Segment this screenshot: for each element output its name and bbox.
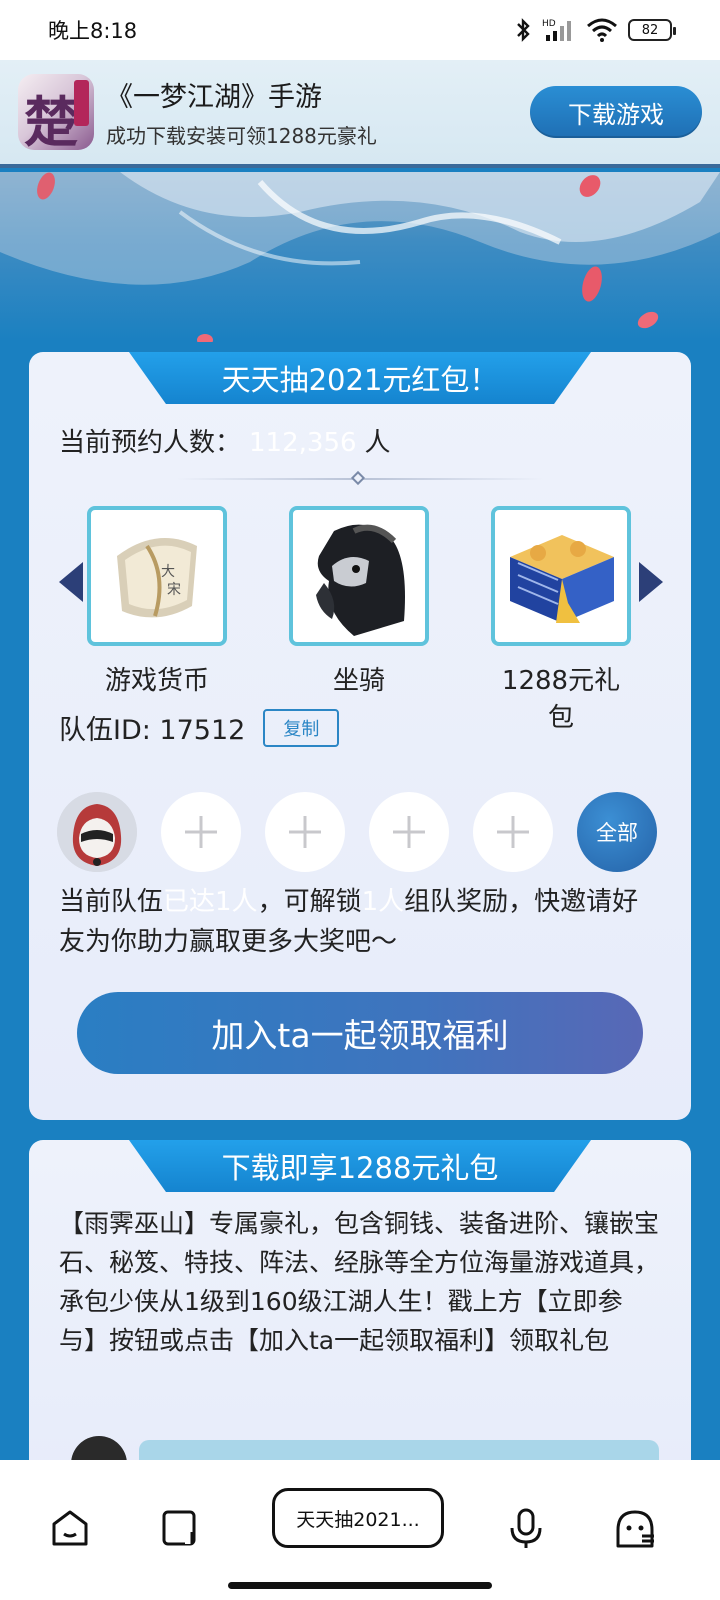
team-id: 队伍ID: 17512 <box>59 715 246 746</box>
svg-text:宋: 宋 <box>167 582 181 598</box>
banner-title: 《一梦江湖》手游 <box>106 82 322 113</box>
app-download-banner[interactable]: 楚 《一梦江湖》手游 成功下载安装可领1288元豪礼 下载游戏 <box>0 60 720 168</box>
reserve-label: 当前预约人数： <box>59 428 242 458</box>
lottery-card: 天天抽2021元红包！ 当前预约人数： 112,356 人 大 宋 游戏货币 坐… <box>29 352 691 1120</box>
add-member-button[interactable] <box>473 792 553 872</box>
view-all-button[interactable]: 全部 <box>577 792 657 872</box>
prize-label: 坐骑 <box>332 666 385 696</box>
join-team-button[interactable]: 加入ta一起领取福利 <box>77 992 643 1074</box>
gift-card: 下载即享1288元礼包 【雨霁巫山】专属豪礼，包含铜钱、装备进阶、镶嵌宝石、秘笈… <box>29 1140 691 1500</box>
plus-icon <box>289 816 321 848</box>
reserve-count-row: 当前预约人数： 112,356 人 <box>59 422 391 459</box>
hero-art <box>0 172 720 342</box>
copy-button[interactable]: 复制 <box>263 708 340 747</box>
plus-icon <box>497 816 529 848</box>
prize-item[interactable]: 坐骑 <box>289 506 429 697</box>
divider-ornament <box>350 470 366 486</box>
signal-icon: HD <box>542 19 571 41</box>
status-icons: HD 82 <box>514 17 676 43</box>
download-game-button[interactable]: 下载游戏 <box>530 86 702 138</box>
team-desc-text: ，可解锁 <box>257 887 362 917</box>
prize-image <box>491 506 631 646</box>
next-prize-arrow-icon[interactable] <box>639 562 663 602</box>
prize-label: 游戏货币 <box>104 666 209 696</box>
team-description: 当前队伍已达1人，可解锁1人组队奖励，快邀请好友为你助力赢取更多大奖吧～ <box>59 882 659 962</box>
battery-level: 82 <box>641 22 659 38</box>
wifi-icon <box>587 18 617 42</box>
hero-illustration <box>0 172 720 342</box>
plus-icon <box>393 816 425 848</box>
tabs-icon[interactable] <box>160 1508 200 1548</box>
status-time: 晚上8:18 <box>48 19 138 43</box>
home-icon[interactable] <box>50 1508 90 1548</box>
gift-description: 【雨霁巫山】专属豪礼，包含铜钱、装备进阶、镶嵌宝石、秘笈、特技、阵法、经脉等全方… <box>59 1209 660 1355</box>
banner-subtitle: 成功下载安装可领1288元豪礼 <box>106 124 377 148</box>
horse-mount-icon <box>316 524 405 636</box>
lottery-card-title: 天天抽2021元红包！ <box>129 352 591 404</box>
add-member-button[interactable] <box>369 792 449 872</box>
team-desc-unlock: 1人 <box>361 887 405 917</box>
gift-box-icon <box>510 535 614 623</box>
gift-card-title: 下载即享1288元礼包 <box>129 1140 591 1192</box>
plus-icon <box>185 816 217 848</box>
bluetooth-icon <box>517 18 530 42</box>
prize-item[interactable]: 1288元礼包 <box>491 506 631 734</box>
assistant-icon[interactable] <box>614 1508 656 1550</box>
prize-label: 1288元礼包 <box>501 666 621 733</box>
svg-text:HD: HD <box>542 19 556 29</box>
app-logo: 楚 <box>18 74 94 150</box>
reserve-count: 112,356 <box>249 428 357 458</box>
status-bar: 晚上8:18 HD 82 <box>0 0 720 60</box>
team-members: 全部 <box>57 792 657 872</box>
prize-image <box>289 506 429 646</box>
current-tab-button[interactable]: 天天抽2021... <box>272 1488 444 1548</box>
banner-text: 《一梦江湖》手游 成功下载安装可领1288元豪礼 <box>106 75 530 149</box>
team-id-row: 队伍ID: 17512 复制 <box>59 708 340 747</box>
prev-prize-arrow-icon[interactable] <box>59 562 83 602</box>
add-member-button[interactable] <box>265 792 345 872</box>
currency-scroll-icon: 大 宋 <box>117 538 197 618</box>
add-member-button[interactable] <box>161 792 241 872</box>
user-avatar-icon <box>57 792 137 872</box>
page: 晚上8:18 HD 82 楚 《一梦江湖》手游 成功下载安装可领1288元豪礼 … <box>0 0 720 1600</box>
browser-nav-bar: 天天抽2021... <box>0 1460 720 1600</box>
microphone-icon[interactable] <box>508 1508 544 1550</box>
svg-text:大: 大 <box>161 564 175 580</box>
prize-item[interactable]: 大 宋 游戏货币 <box>87 506 227 697</box>
battery-icon: 82 <box>628 19 676 41</box>
prize-image: 大 宋 <box>87 506 227 646</box>
reserve-unit: 人 <box>364 428 391 458</box>
avatar[interactable] <box>57 792 137 872</box>
home-indicator[interactable] <box>228 1582 492 1589</box>
team-desc-count: 已达1人 <box>163 887 258 917</box>
team-desc-text: 当前队伍 <box>59 887 164 917</box>
